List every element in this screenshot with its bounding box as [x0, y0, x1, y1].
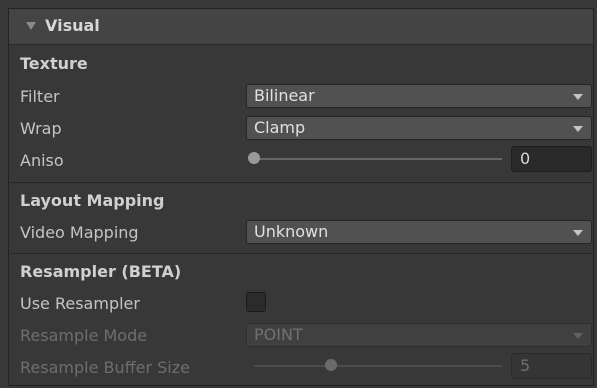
filter-value: Bilinear	[254, 86, 315, 105]
buffer-size-slider-track[interactable]	[254, 365, 502, 367]
section-texture: Texture	[20, 54, 88, 73]
use-resampler-label: Use Resampler	[20, 294, 140, 313]
foldout-triangle-icon[interactable]	[26, 22, 36, 30]
section-layout-mapping: Layout Mapping	[20, 191, 165, 210]
video-mapping-value: Unknown	[254, 222, 329, 241]
resample-mode-value: POINT	[254, 325, 303, 344]
resample-buffer-size-label: Resample Buffer Size	[20, 358, 190, 377]
wrap-label: Wrap	[20, 119, 62, 138]
aniso-number-field[interactable]: 0	[511, 146, 592, 172]
filter-label: Filter	[20, 87, 60, 106]
aniso-value: 0	[520, 149, 531, 168]
buffer-size-number-field[interactable]: 5	[511, 353, 592, 379]
dropdown-arrow-icon	[573, 126, 583, 132]
section-resampler: Resampler (BETA)	[20, 262, 182, 281]
foldout-title: Visual	[45, 16, 100, 35]
aniso-slider-knob[interactable]	[248, 152, 260, 164]
inspector-panel: Visual Texture Filter Bilinear Wrap Clam…	[8, 8, 594, 386]
section-divider	[10, 253, 592, 254]
use-resampler-checkbox[interactable]	[246, 292, 266, 312]
video-mapping-label: Video Mapping	[20, 223, 139, 242]
dropdown-arrow-icon	[573, 94, 583, 100]
aniso-slider-track[interactable]	[254, 158, 502, 160]
wrap-value: Clamp	[254, 118, 306, 137]
dropdown-arrow-icon	[573, 333, 583, 339]
wrap-dropdown[interactable]: Clamp	[246, 116, 592, 140]
visual-foldout-header[interactable]: Visual	[9, 9, 593, 45]
aniso-label: Aniso	[20, 151, 64, 170]
dropdown-arrow-icon	[573, 230, 583, 236]
buffer-size-value: 5	[520, 356, 531, 375]
filter-dropdown[interactable]: Bilinear	[246, 84, 592, 108]
resample-mode-label: Resample Mode	[20, 326, 148, 345]
section-divider	[10, 182, 592, 183]
buffer-size-slider-knob[interactable]	[324, 359, 337, 371]
video-mapping-dropdown[interactable]: Unknown	[246, 220, 592, 244]
resample-mode-dropdown[interactable]: POINT	[246, 323, 592, 347]
